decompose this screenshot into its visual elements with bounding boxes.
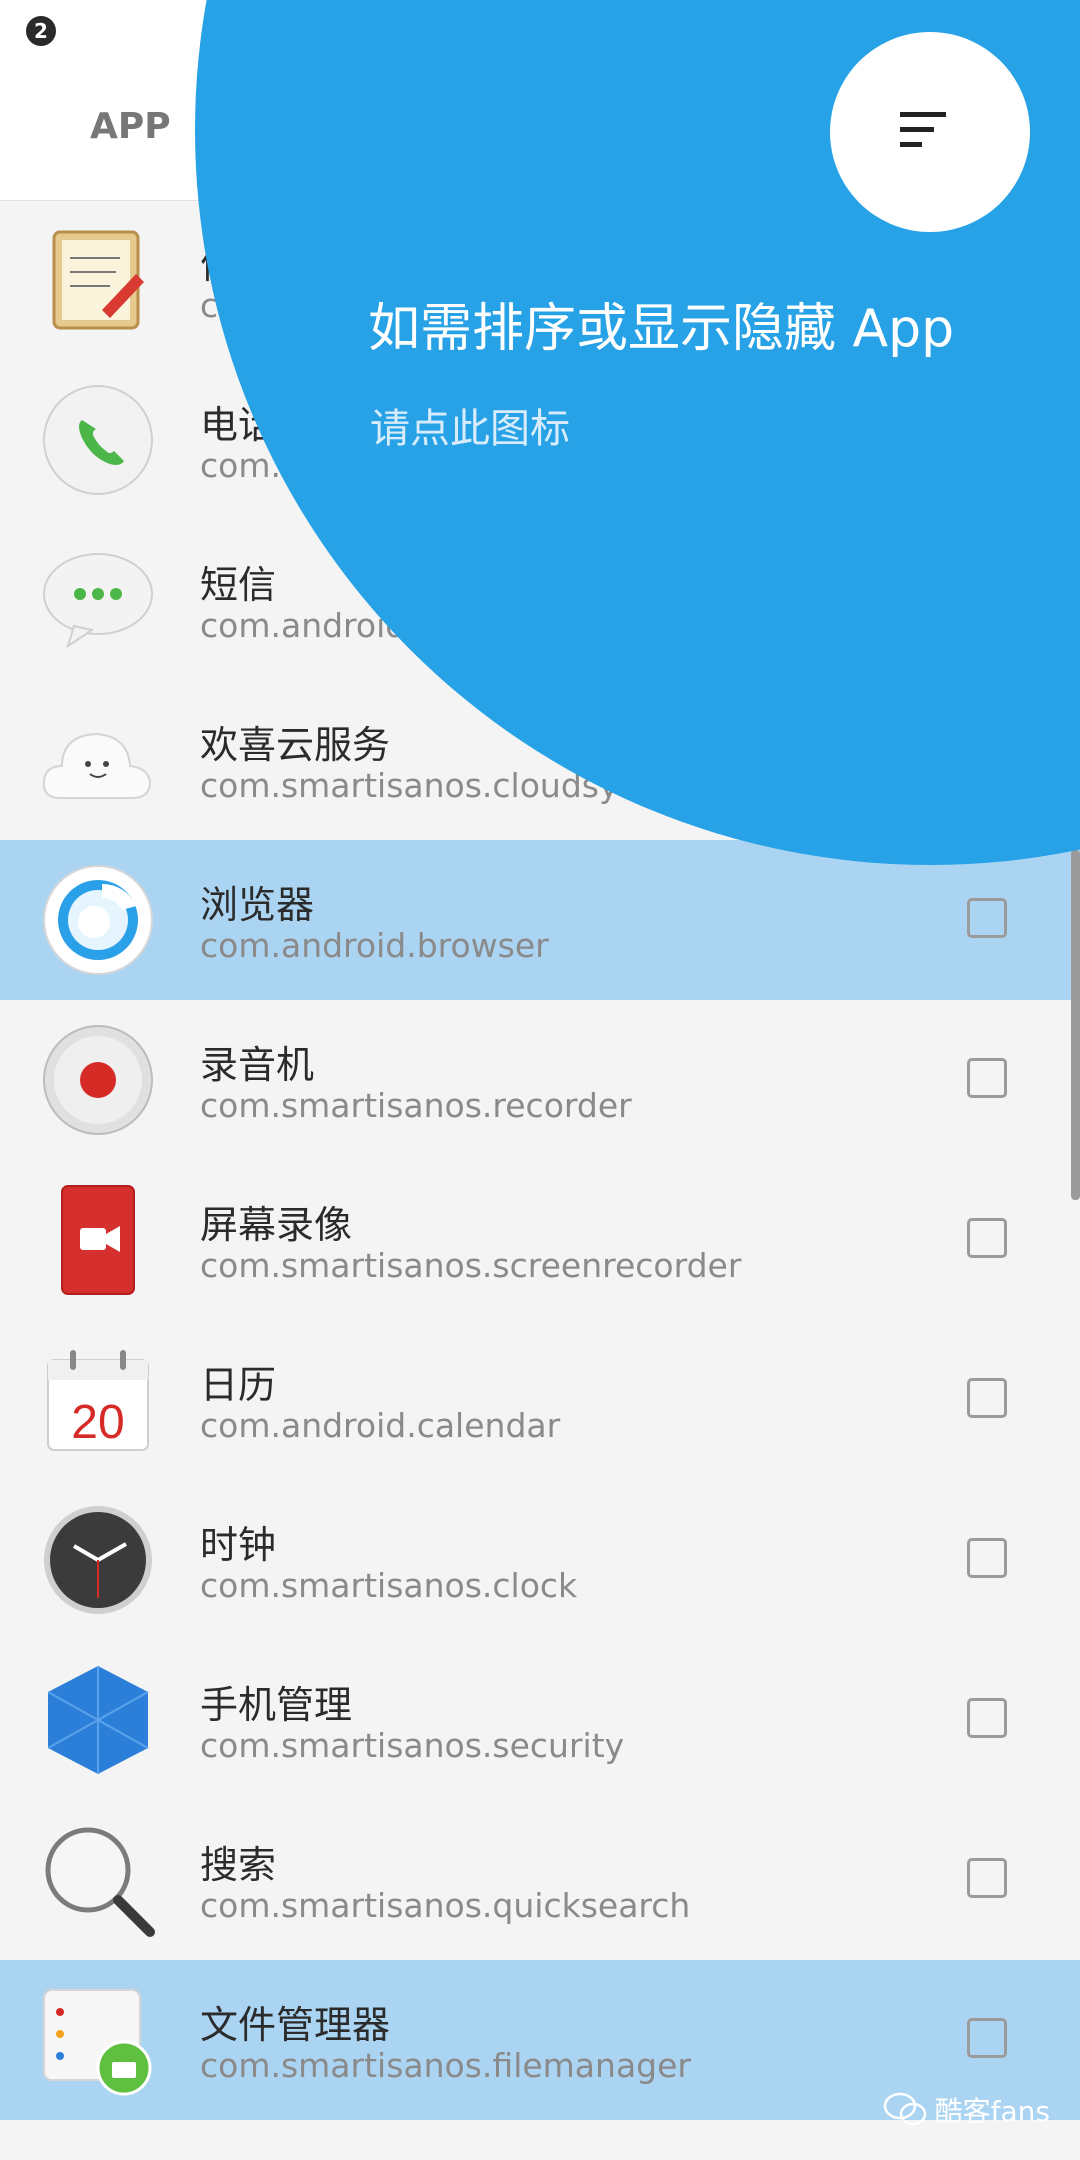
app-name: 便签 — [200, 243, 277, 287]
app-package-name: com.smartisanos.security — [200, 1726, 625, 1765]
show-app-checkbox[interactable] — [967, 1538, 1007, 1578]
app-name: 屏幕录像 — [200, 1203, 353, 1247]
app-name: 浏览器 — [200, 883, 315, 927]
browser-icon — [40, 862, 156, 978]
app-name: 时钟 — [200, 1523, 277, 1567]
app-list-item[interactable]: 搜索 com.smartisanos.quicksearch — [0, 1800, 1080, 1960]
app-list-item[interactable]: 手机管理 com.smartisanos.security — [0, 1640, 1080, 1800]
clock-icon — [40, 1502, 156, 1618]
phone-icon — [40, 382, 156, 498]
folder-icon — [40, 1982, 156, 2098]
message-icon — [40, 542, 156, 658]
app-package-name: com.smartisanos.clock — [200, 1566, 578, 1605]
tab-system[interactable]: 系统 — [270, 106, 342, 158]
calendar-day-number: 20 — [71, 1396, 124, 1449]
battery-indicator: 70 — [1016, 16, 1056, 44]
recorder-icon — [40, 1022, 156, 1138]
app-name: 文件管理器 — [200, 2003, 391, 2047]
app-package-name: com.android.mms — [200, 606, 499, 645]
watermark-text: 酷客fans — [934, 2095, 1050, 2128]
app-list-item[interactable]: 时钟 com.smartisanos.clock — [0, 1480, 1080, 1640]
screen: 2 9:29 PM ⤓ 0.17K 4G+ 70 APP 系统 便签 com.s… — [0, 0, 1080, 2160]
sort-icon — [900, 112, 946, 147]
show-app-checkbox[interactable] — [967, 738, 1007, 778]
umbrella-icon — [40, 1662, 156, 1778]
app-name: 欢喜云服务 — [200, 723, 391, 767]
app-package-name: com.smartisanos.screenrecorder — [200, 1246, 742, 1285]
show-app-checkbox[interactable] — [967, 898, 1007, 938]
magnifier-icon — [40, 1822, 156, 1938]
net-speed: 0.17K — [809, 15, 885, 45]
app-package-name: com.android.browser — [200, 926, 549, 965]
show-app-checkbox[interactable] — [967, 258, 1007, 298]
active-tab-underline — [220, 194, 400, 199]
app-list-item[interactable]: 欢喜云服务 com.smartisanos.cloudsync — [0, 680, 1080, 840]
app-name: 日历 — [200, 1363, 277, 1407]
app-list: 便签 com.smartisanos.notes 电话 com.android.con… — [0, 200, 1080, 2120]
screen-recorder-icon — [40, 1182, 156, 1298]
show-app-checkbox[interactable] — [967, 418, 1007, 458]
show-app-checkbox[interactable] — [967, 578, 1007, 618]
app-list-item[interactable]: 电话 com.android.contacts — [0, 360, 1080, 520]
show-app-checkbox[interactable] — [967, 1058, 1007, 1098]
show-app-checkbox[interactable] — [967, 1218, 1007, 1258]
app-package-name: com.smartisanos.cloudsync — [200, 766, 658, 805]
app-package-name: com.smartisanos.quicksearch — [200, 1886, 691, 1925]
calendar-icon: 20 — [40, 1342, 156, 1458]
cloud-icon — [40, 702, 156, 818]
scrollbar[interactable] — [1071, 850, 1080, 1200]
show-app-checkbox[interactable] — [967, 1698, 1007, 1738]
app-list-item[interactable]: 屏幕录像 com.smartisanos.screenrecorder — [0, 1160, 1080, 1320]
app-name: 短信 — [200, 563, 277, 607]
sort-button[interactable] — [830, 32, 1030, 232]
app-name: 搜索 — [200, 1843, 277, 1887]
watermark: 酷客fans — [883, 2090, 1050, 2130]
app-list-item[interactable]: 录音机 com.smartisanos.recorder — [0, 1000, 1080, 1160]
show-app-checkbox[interactable] — [967, 1378, 1007, 1418]
app-package-name: com.android.calendar — [200, 1406, 561, 1445]
app-package-name: com.smartisanos.recorder — [200, 1086, 632, 1125]
app-name: 录音机 — [200, 1043, 315, 1087]
show-app-checkbox[interactable] — [967, 1858, 1007, 1898]
download-icon: ⤓ — [786, 16, 798, 44]
tab-app[interactable]: APP — [90, 106, 171, 147]
wechat-icon — [883, 2092, 926, 2126]
app-package-name: com.smartisanos.notes — [200, 286, 584, 325]
app-package-name: com.android.contacts — [200, 446, 558, 485]
app-name: 手机管理 — [200, 1683, 353, 1727]
show-app-checkbox[interactable] — [967, 2018, 1007, 2058]
app-list-item[interactable]: 20 日历 com.android.calendar — [0, 1320, 1080, 1480]
app-list-item[interactable]: 短信 com.android.mms — [0, 520, 1080, 680]
app-list-item[interactable]: 浏览器 com.android.browser — [0, 840, 1080, 1000]
notes-icon — [40, 222, 156, 338]
app-package-name: com.smartisanos.filemanager — [200, 2046, 691, 2085]
app-name: 电话 — [200, 403, 277, 447]
